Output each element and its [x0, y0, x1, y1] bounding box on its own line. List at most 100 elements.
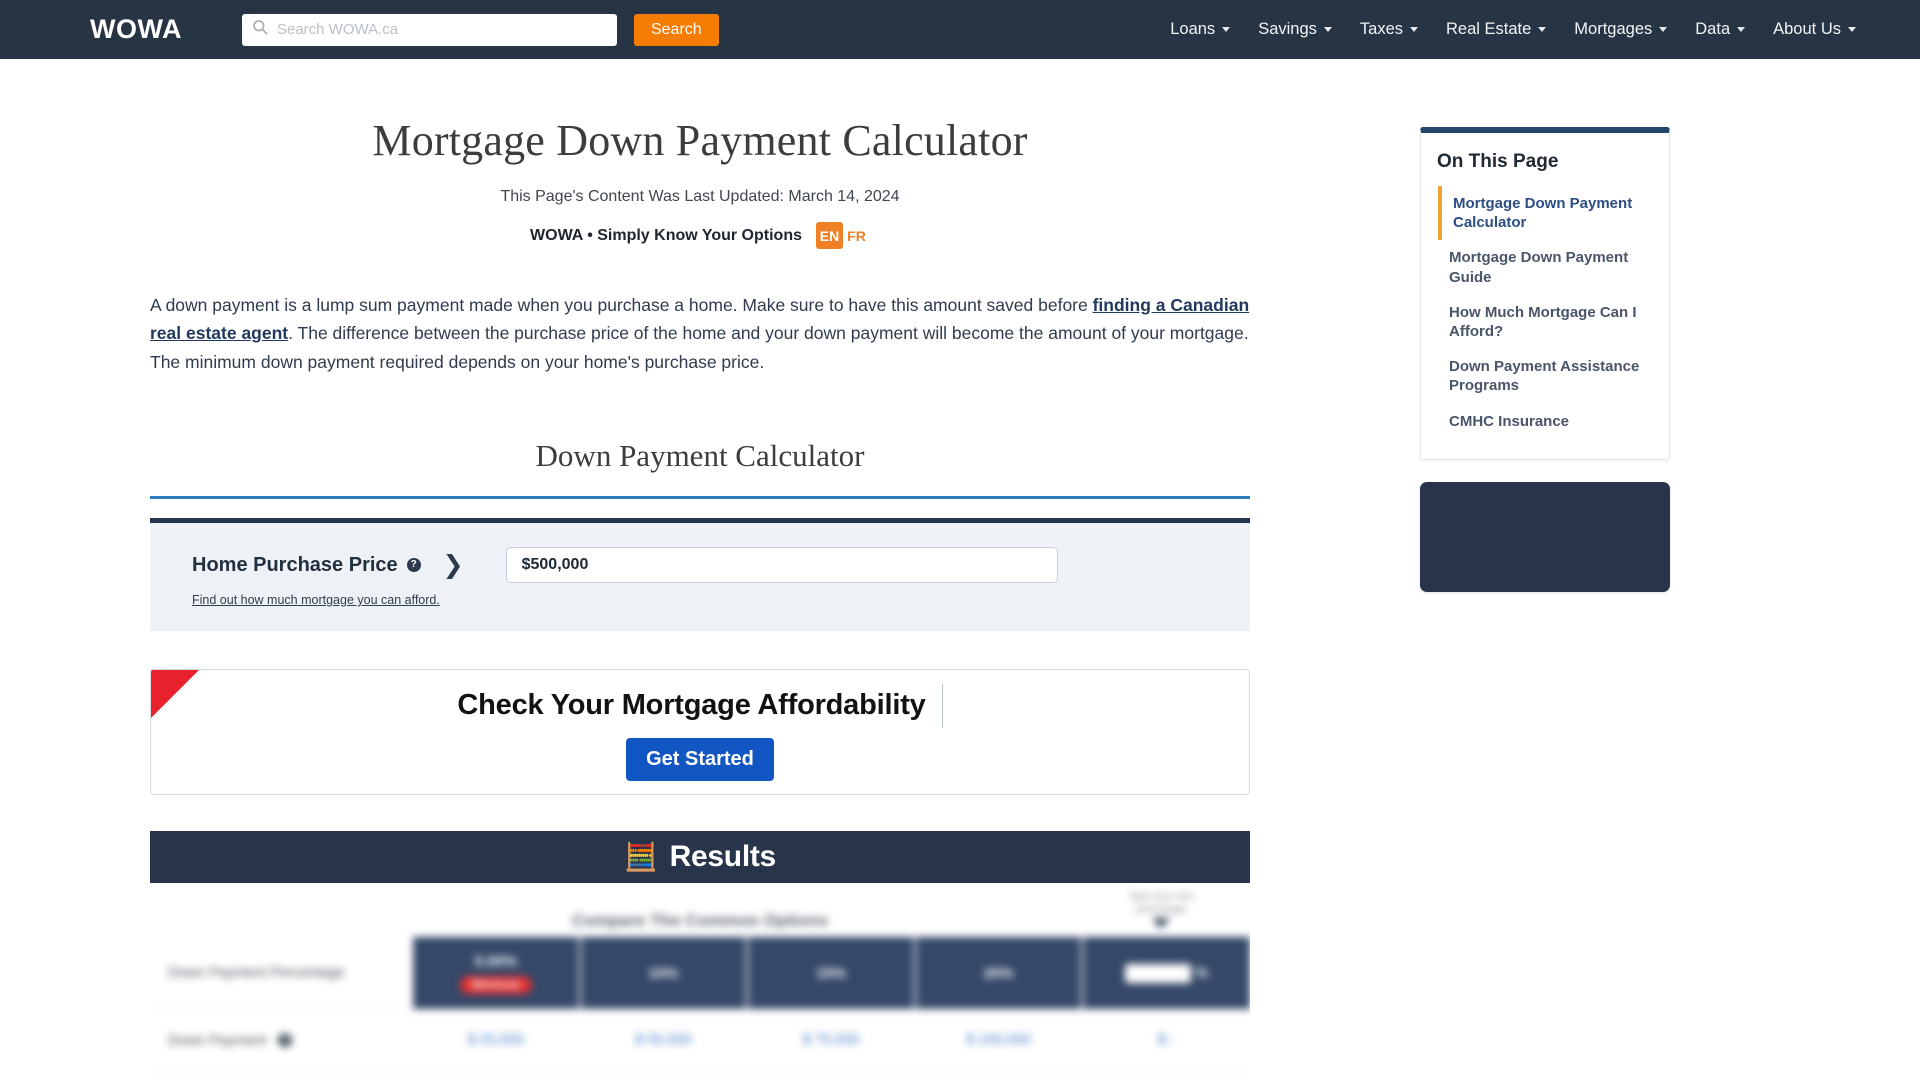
nav-label: Savings — [1258, 20, 1317, 38]
compare-options-title: Compare The Common Options — [572, 911, 828, 931]
results-panel: Compare The Common Options Type your own… — [150, 883, 1250, 1080]
toc-item-mortgage-down-payment-guide[interactable]: Mortgage Down Payment Guide — [1437, 240, 1653, 294]
row-label-text: Down Payment Percentage — [168, 964, 345, 981]
nav-label: Mortgages — [1574, 20, 1653, 38]
row-label-text: Down Payment — [168, 1032, 267, 1049]
search-button[interactable]: Search — [633, 13, 719, 46]
brand-language-row: WOWA • Simply Know Your Options EN FR — [150, 222, 1250, 249]
comparison-table: Down Payment Percentage 5.00% Minimum 10… — [150, 937, 1250, 1080]
row-label-cmhc: CMHC Mortgage Insurance ? — [150, 1072, 412, 1080]
language-toggle-fr[interactable]: FR — [843, 222, 870, 249]
results-blurred-content: Compare The Common Options Type your own… — [150, 883, 1250, 1080]
nav-label: Data — [1695, 20, 1731, 38]
nav-label: Real Estate — [1446, 20, 1532, 38]
header-percent: 10% — [648, 964, 679, 982]
chevron-down-icon — [1222, 27, 1231, 32]
on-this-page-card: On This Page Mortgage Down Payment Calcu… — [1420, 127, 1670, 460]
search-box[interactable] — [241, 13, 617, 46]
language-toggle-en[interactable]: EN — [815, 222, 843, 249]
promo-divider — [941, 683, 943, 728]
toc-item-mortgage-down-payment-calculator[interactable]: Mortgage Down Payment Calculator — [1438, 186, 1653, 241]
calculator-receipt-icon: 🧮 — [624, 841, 658, 872]
sidebar: On This Page Mortgage Down Payment Calcu… — [1420, 59, 1670, 592]
field-label-text: Home Purchase Price — [192, 553, 398, 576]
search-input[interactable] — [267, 14, 607, 45]
get-started-button[interactable]: Get Started — [626, 737, 774, 781]
results-title: Results — [669, 840, 777, 874]
column-header-15[interactable]: 15% — [746, 937, 915, 1010]
custom-percent-tooltip: Type your own percentage — [1124, 891, 1198, 930]
promo-title: Check Your Mortgage Affordability — [457, 689, 926, 722]
value-down-payment-5: $ 25,000 — [412, 1009, 580, 1073]
value-cmhc-10 — [579, 1072, 748, 1080]
nav-item-loans[interactable]: Loans — [1156, 14, 1244, 45]
home-purchase-price-label: Home Purchase Price ? — [192, 554, 421, 577]
nav-label: Loans — [1170, 20, 1216, 38]
value-cmhc-5: $ 19,000 — [412, 1072, 580, 1080]
tooltip-text: Type your own percentage — [1128, 891, 1194, 915]
label-with-help: Down Payment ? — [168, 1032, 412, 1049]
search-icon — [252, 19, 268, 40]
chevron-down-icon — [1737, 27, 1746, 32]
intro-text-part1: A down payment is a lump sum payment mad… — [150, 295, 1093, 315]
nav-label: Taxes — [1359, 20, 1403, 38]
nav-label: About Us — [1773, 20, 1841, 38]
value-cmhc-15 — [747, 1072, 915, 1080]
results-header-bar: 🧮 Results — [150, 831, 1250, 884]
calculator-heading: Down Payment Calculator — [535, 438, 865, 474]
chevron-down-icon — [1848, 27, 1856, 32]
row-label-percentage: Down Payment Percentage — [150, 937, 412, 1010]
header-percent: 15% — [815, 964, 846, 982]
question-mark-icon[interactable]: ? — [406, 558, 421, 573]
brand-tagline: WOWA • Simply Know Your Options — [530, 226, 802, 244]
column-header-20[interactable]: 20% — [913, 937, 1083, 1010]
minimum-badge: Minimum — [459, 975, 532, 994]
value-down-payment-15: $ 75,000 — [747, 1009, 915, 1073]
last-updated-text: This Page's Content Was Last Updated: Ma… — [500, 188, 900, 205]
nav-item-real-estate[interactable]: Real Estate — [1432, 14, 1560, 45]
toc-item-down-payment-assistance-programs[interactable]: Down Payment Assistance Programs — [1437, 349, 1653, 403]
value-down-payment-custom: $ - — [1082, 1009, 1250, 1073]
tooltip-arrow-icon — [1152, 918, 1170, 930]
nav-item-mortgages[interactable]: Mortgages — [1560, 14, 1681, 45]
nav-item-taxes[interactable]: Taxes — [1346, 14, 1432, 45]
column-header-5[interactable]: 5.00% Minimum — [411, 937, 580, 1010]
header-percent: % — [1195, 964, 1209, 981]
table-row: Down Payment ? $ 25,000 $ 50,000 $ 75,00… — [150, 1009, 1250, 1073]
heading-divider — [150, 496, 1250, 500]
top-navigation-bar: WOWA Search Loans Savings Taxes Re — [0, 0, 1920, 59]
custom-percent-input[interactable] — [1124, 963, 1191, 983]
intro-text-part2: . The difference between the purchase pr… — [150, 323, 1249, 372]
chevron-right-icon[interactable]: ❯ — [443, 552, 464, 578]
calculator-input-panel: Home Purchase Price ? ❯ Find out how muc… — [150, 518, 1250, 632]
custom-percent-wrap: % — [1087, 963, 1246, 983]
intro-paragraph: A down payment is a lump sum payment mad… — [150, 291, 1250, 376]
chevron-down-icon — [1538, 27, 1547, 32]
red-corner-ribbon — [151, 670, 199, 719]
nav-item-savings[interactable]: Savings — [1244, 14, 1346, 45]
main-menu: Loans Savings Taxes Real Estate Mortgage… — [1156, 14, 1892, 45]
nav-item-data[interactable]: Data — [1681, 14, 1759, 45]
column-header-custom[interactable]: % — [1081, 937, 1250, 1010]
header-percent: 5.00% — [474, 952, 518, 970]
affordability-link[interactable]: Find out how much mortgage you can affor… — [192, 593, 440, 607]
question-mark-icon[interactable]: ? — [278, 1032, 293, 1047]
sidebar-ad-placeholder — [1420, 481, 1670, 592]
toc-item-cmhc-insurance[interactable]: CMHC Insurance — [1437, 404, 1653, 439]
value-cmhc-custom: $ - — [1082, 1072, 1250, 1080]
affordability-promo-banner: Check Your Mortgage Affordability Get St… — [150, 669, 1250, 796]
search-area: Search — [241, 13, 719, 46]
header-percent: 20% — [983, 964, 1014, 982]
site-logo[interactable]: WOWA — [90, 14, 182, 45]
value-down-payment-10: $ 50,000 — [579, 1009, 748, 1073]
row-label-down-payment: Down Payment ? — [150, 1009, 412, 1073]
toc-item-how-much-mortgage-can-i-afford[interactable]: How Much Mortgage Can I Afford? — [1437, 295, 1653, 349]
column-header-10[interactable]: 10% — [578, 937, 748, 1010]
page-title: Mortgage Down Payment Calculator — [372, 116, 1028, 165]
main-content-column: Mortgage Down Payment Calculator This Pa… — [0, 59, 1400, 1080]
chevron-down-icon — [1659, 27, 1668, 32]
table-row: Down Payment Percentage 5.00% Minimum 10… — [150, 937, 1250, 1010]
nav-item-about-us[interactable]: About Us — [1759, 14, 1870, 45]
home-purchase-price-input[interactable] — [505, 547, 1058, 584]
chevron-down-icon — [1323, 27, 1332, 32]
